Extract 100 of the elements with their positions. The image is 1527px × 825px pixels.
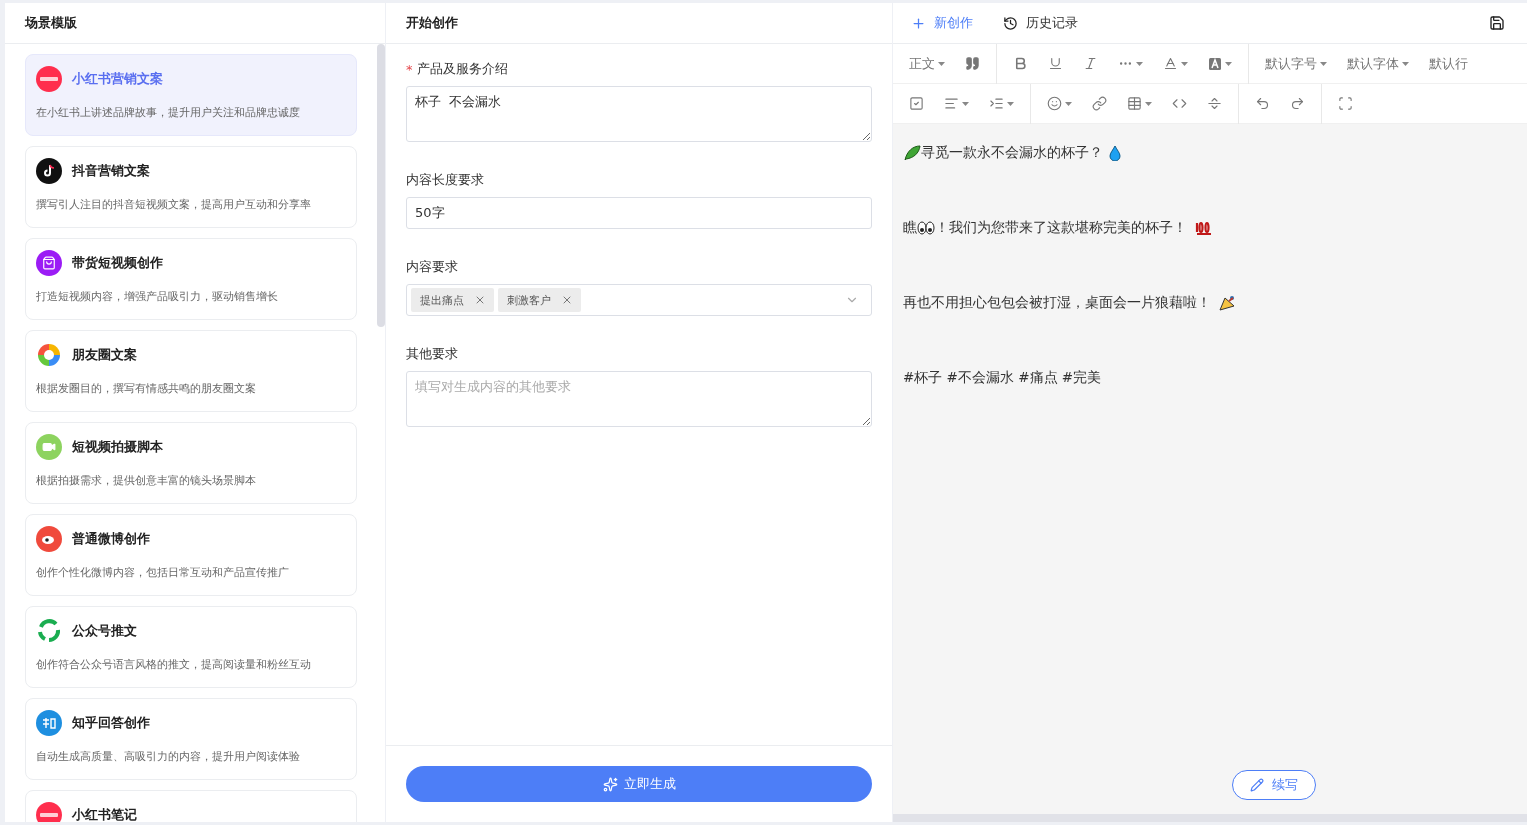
field-label: 其他要求 [406,345,458,363]
template-title: 公众号推文 [72,622,137,640]
font-color-icon [1163,56,1178,71]
input-field[interactable]: 50字 [406,197,872,229]
caret-icon [1181,61,1188,66]
indent-icon [989,96,1004,111]
template-title: 短视频拍摄脚本 [72,438,163,456]
eye-logo-icon [36,526,62,552]
field-label: 内容长度要求 [406,171,484,189]
italic-icon [1083,56,1098,71]
table-icon [1127,96,1142,111]
tag-select[interactable]: 提出痛点 刺激客户 [406,284,872,316]
template-card[interactable]: 小红书笔记 [25,790,357,822]
template-description: 撰写引人注目的抖音短视频文案，提高用户互动和分享率 [36,197,312,212]
bold-icon [1013,56,1028,71]
history-button[interactable]: 历史记录 [1003,14,1078,32]
format-dropdown[interactable]: 正文 [899,49,955,78]
history-icon [1003,15,1018,31]
paragraph-text: #杯子 #不会漏水 #痛点 #完美 [903,368,1102,387]
template-title: 抖音营销文案 [72,162,150,180]
video-camera-icon [36,434,62,460]
leaf-icon [903,144,921,161]
caret-icon [1007,101,1014,106]
generate-button[interactable]: 立即生成 [406,766,872,802]
template-description: 创作个性化微博内容，包括日常互动和产品宣传推广 [36,565,290,580]
scrollbar[interactable] [893,814,1527,822]
template-card[interactable]: 朋友圈文案 根据发圈目的，撰写有情感共鸣的朋友圈文案 [25,330,357,412]
caret-icon [1065,101,1072,106]
aperture-icon [36,342,62,368]
undo-icon [1255,96,1270,111]
caret-icon [1320,61,1327,66]
field-label: 产品及服务介绍 [416,60,508,78]
caret-icon [1402,61,1409,66]
template-description: 自动生成高质量、高吸引力的内容，提升用户阅读体验 [36,749,301,764]
template-title: 朋友圈文案 [72,346,137,364]
checkbox-icon [909,96,924,111]
hundred-points-icon [1195,220,1213,235]
droplet-icon [1109,144,1121,161]
shopping-bag-icon [36,250,62,276]
template-card[interactable]: 小红书营销文案 在小红书上讲述品牌故事，提升用户关注和品牌忠诚度 [25,54,357,136]
paragraph-text: 瞧 [903,218,917,237]
pencil-icon [1250,778,1264,792]
eyes-icon [917,220,935,235]
underline-icon [1048,56,1063,71]
tag-label: 提出痛点 [420,292,464,308]
divider-icon [1207,96,1222,111]
save-icon [1489,15,1505,31]
template-card[interactable]: 带货短视频创作 打造短视频内容，增强产品吸引力，驱动销售增长 [25,238,357,320]
format-dropdown[interactable]: 默认行 [1419,49,1478,78]
format-dropdown[interactable]: 默认字号 [1255,49,1337,78]
paragraph-text: 寻觅一款永不会漏水的杯子？ [921,143,1103,162]
panel-title: 场景模版 [25,14,77,32]
template-description: 创作符合公众号语言风格的推文，提高阅读量和粉丝互动 [36,657,312,672]
template-title: 普通微博创作 [72,530,150,548]
new-button[interactable]: 新创作 [911,14,973,32]
highlight-icon [1208,56,1222,71]
emoji-icon [1047,96,1062,111]
panel-title: 开始创作 [406,14,458,32]
app-logo-icon [36,802,62,822]
close-icon[interactable] [474,294,486,306]
sparkle-icon [602,776,618,792]
save-button[interactable] [1489,15,1505,31]
paragraph-text: 再也不用担心包包会被打湿，桌面会一片狼藉啦！ [903,293,1211,312]
template-description: 打造短视频内容，增强产品吸引力，驱动销售增长 [36,289,279,304]
caret-icon [1136,61,1143,66]
quote-icon [965,56,980,71]
template-card[interactable]: 抖音营销文案 撰写引人注目的抖音短视频文案，提高用户互动和分享率 [25,146,357,228]
align-left-icon [944,96,959,111]
code-icon [1172,96,1187,111]
template-description: 根据拍摄需求，提供创意丰富的镜头场景脚本 [36,473,257,488]
format-dropdown[interactable]: 默认字体 [1337,49,1419,78]
template-title: 带货短视频创作 [72,254,163,272]
scrollbar-thumb[interactable] [377,44,385,327]
plus-icon [911,15,926,31]
template-description: 根据发圈目的，撰写有情感共鸣的朋友圈文案 [36,381,257,396]
music-note-icon [36,158,62,184]
template-card[interactable]: 普通微博创作 创作个性化微博内容，包括日常互动和产品宣传推广 [25,514,357,596]
close-icon[interactable] [561,294,573,306]
template-card[interactable]: 短视频拍摄脚本 根据拍摄需求，提供创意丰富的镜头场景脚本 [25,422,357,504]
app-logo-icon [36,66,62,92]
caret-icon [1225,61,1232,66]
template-description: 在小红书上讲述品牌故事，提升用户关注和品牌忠诚度 [36,105,301,120]
party-popper-icon [1219,294,1237,311]
template-title: 知乎回答创作 [72,714,150,732]
template-title: 小红书营销文案 [72,70,163,88]
text-area[interactable]: 杯子 不会漏水 [406,86,872,142]
template-title: 小红书笔记 [72,806,137,822]
required-mark: * [406,61,413,77]
template-card[interactable]: 知乎回答创作 自动生成高质量、高吸引力的内容，提升用户阅读体验 [25,698,357,780]
redo-icon [1290,96,1305,111]
continue-button[interactable]: 续写 [1232,770,1316,800]
template-card[interactable]: 公众号推文 创作符合公众号语言风格的推文，提高阅读量和粉丝互动 [25,606,357,688]
cycle-icon [36,618,62,644]
link-icon [1092,96,1107,111]
paragraph-text: ！我们为您带来了这款堪称完美的杯子！ [935,218,1187,237]
caret-icon [1145,101,1152,106]
field-label: 内容要求 [406,258,458,276]
fullscreen-icon [1338,96,1353,111]
text-area[interactable]: 填写对生成内容的其他要求 [406,371,872,427]
tag-label: 刺激客户 [507,292,551,308]
